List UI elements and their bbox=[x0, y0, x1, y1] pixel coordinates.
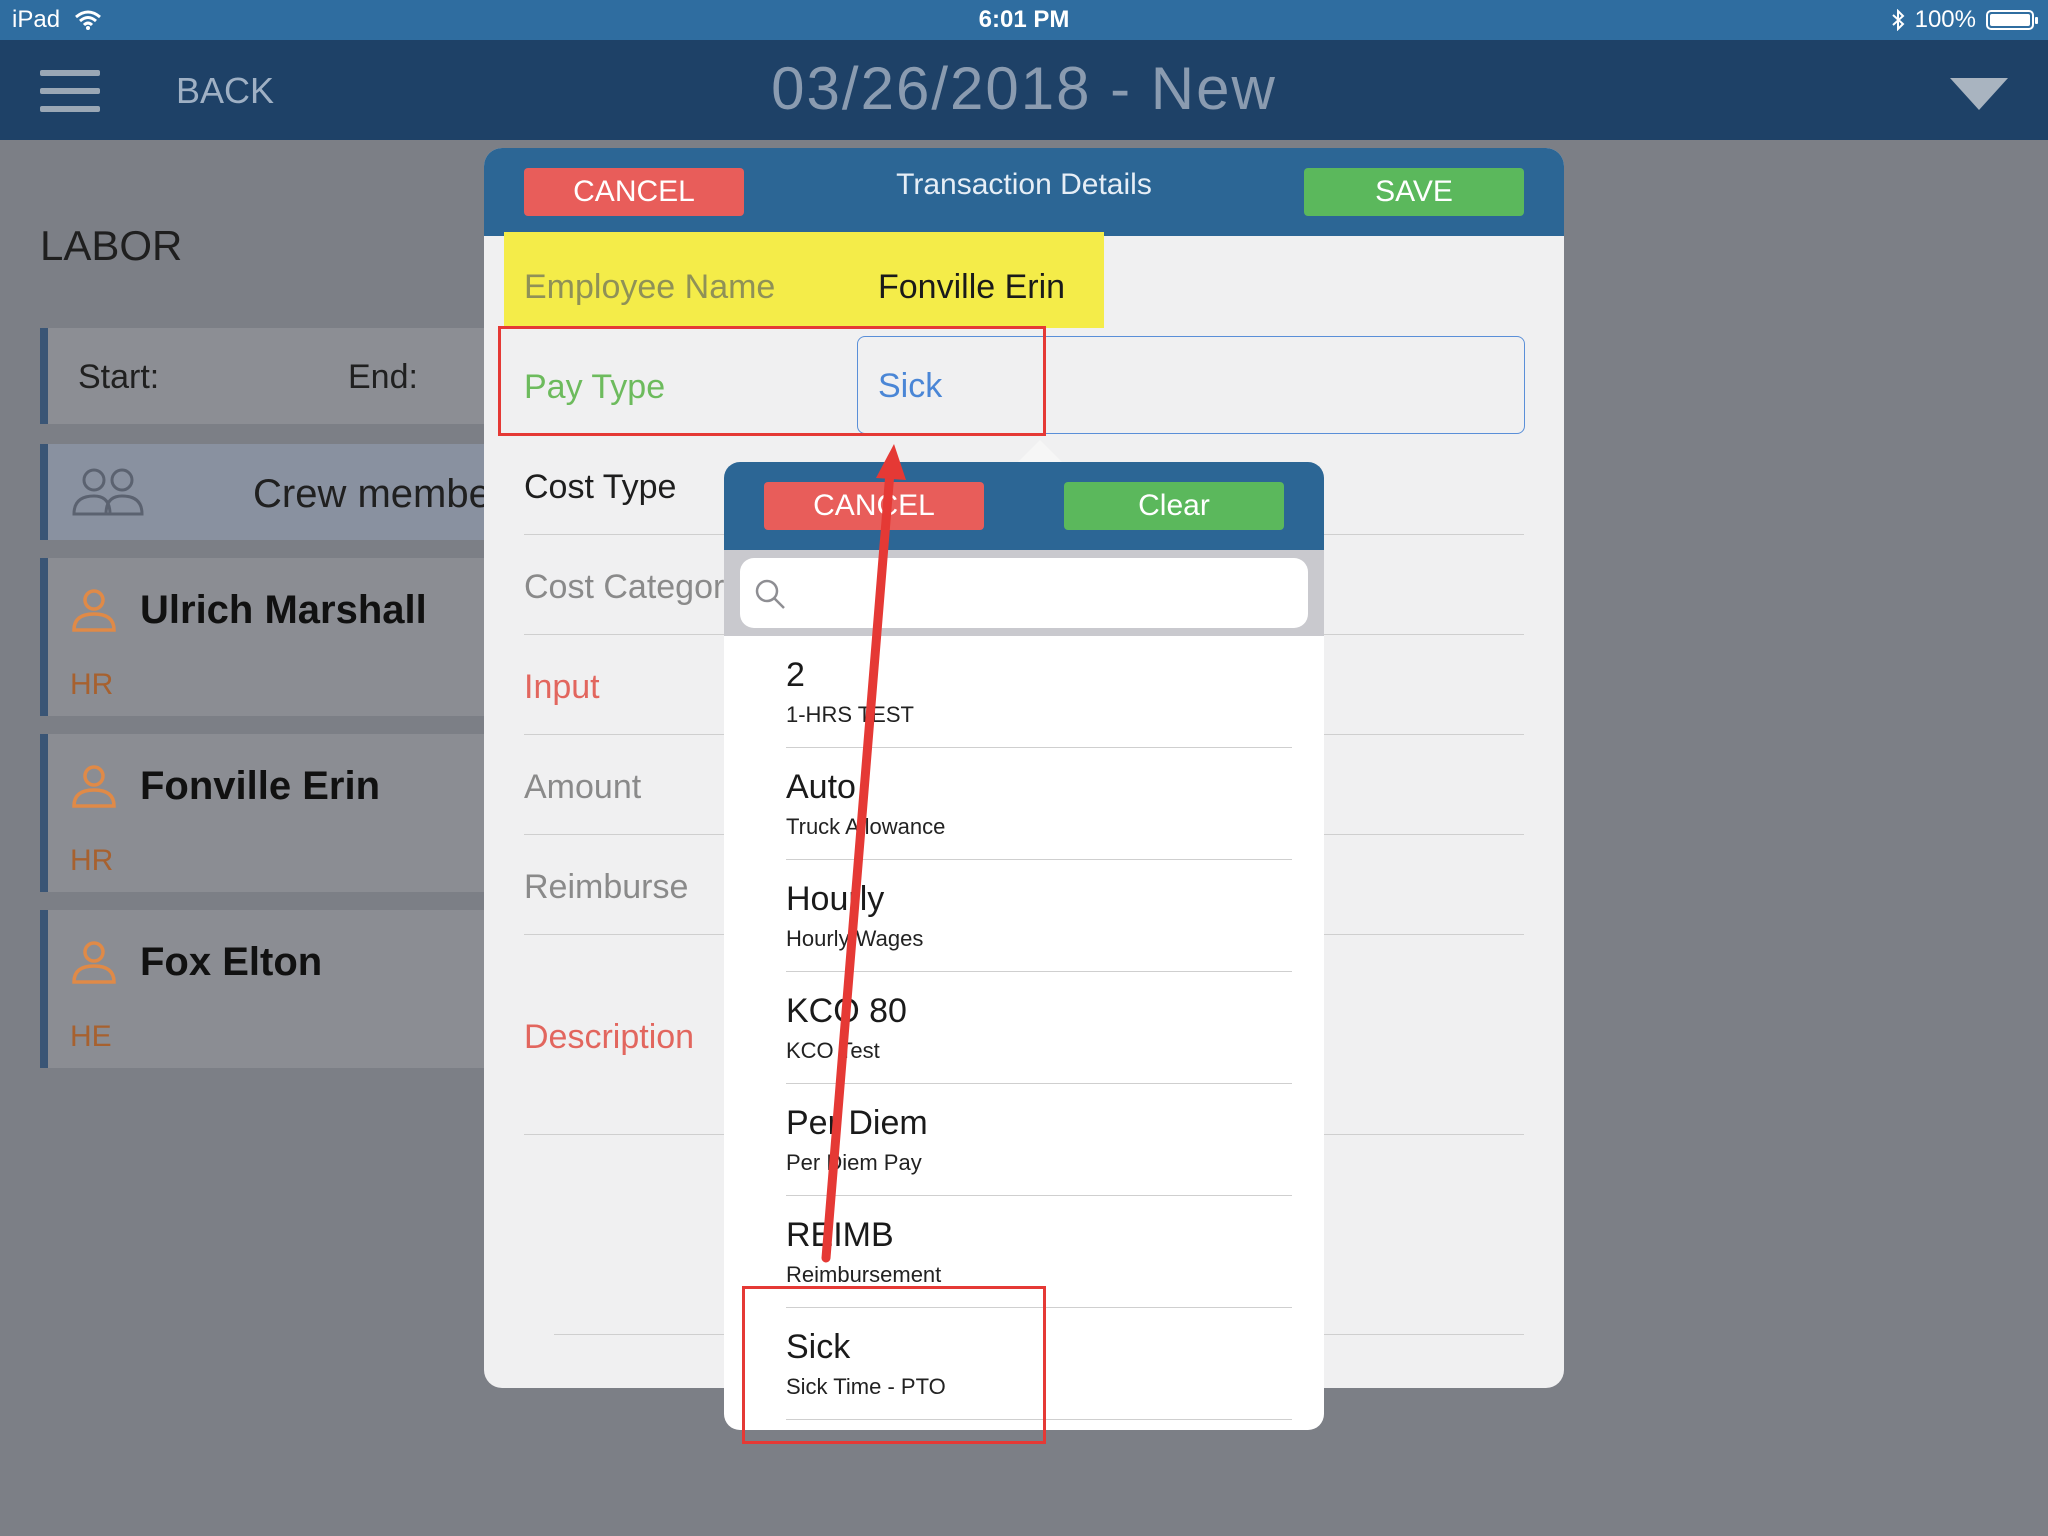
annotation-arrow bbox=[821, 444, 906, 1263]
